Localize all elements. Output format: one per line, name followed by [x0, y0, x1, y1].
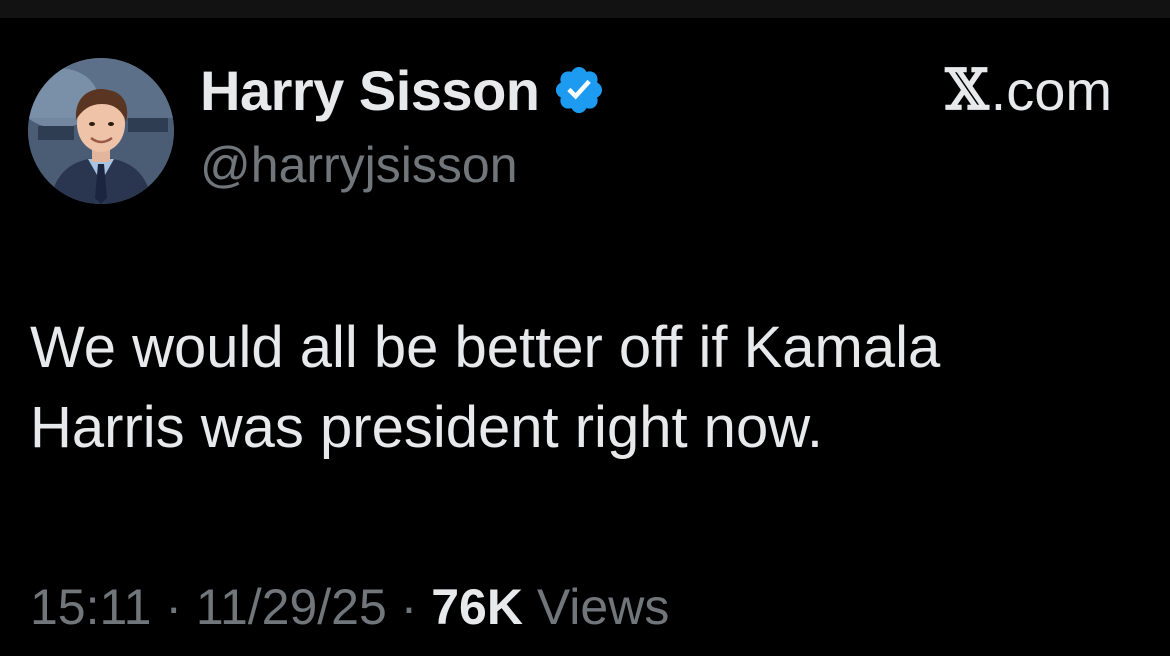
meta-separator: ·	[151, 579, 196, 635]
x-logo-icon: 𝕏	[945, 57, 989, 123]
views-count[interactable]: 76K	[431, 579, 523, 635]
tweet-card: Harry Sisson @harryjsisson 𝕏 .com We woul…	[0, 18, 1170, 656]
top-strip	[0, 0, 1170, 18]
source-domain: .com	[990, 58, 1112, 122]
author-handle[interactable]: @harryjsisson	[200, 136, 518, 194]
avatar[interactable]	[28, 58, 174, 204]
tweet-text-line-1: We would all be better off if Kamala	[30, 315, 941, 380]
author-row: Harry Sisson	[200, 58, 606, 122]
verified-badge-icon[interactable]	[552, 63, 606, 117]
tweet-text-line-2: Harris was president right now.	[30, 395, 823, 460]
source-label[interactable]: 𝕏 .com	[945, 57, 1112, 123]
tweet-meta: 15:11 · 11/29/25 · 76K Views	[30, 578, 669, 636]
tweet-time[interactable]: 15:11	[30, 579, 151, 635]
views-label: Views	[522, 579, 670, 635]
display-name[interactable]: Harry Sisson	[200, 58, 540, 123]
tweet-text: We would all be better off if Kamala Har…	[30, 308, 1140, 468]
meta-separator: ·	[386, 579, 432, 635]
profile-photo-icon	[28, 58, 174, 204]
tweet-date[interactable]: 11/29/25	[196, 579, 387, 635]
